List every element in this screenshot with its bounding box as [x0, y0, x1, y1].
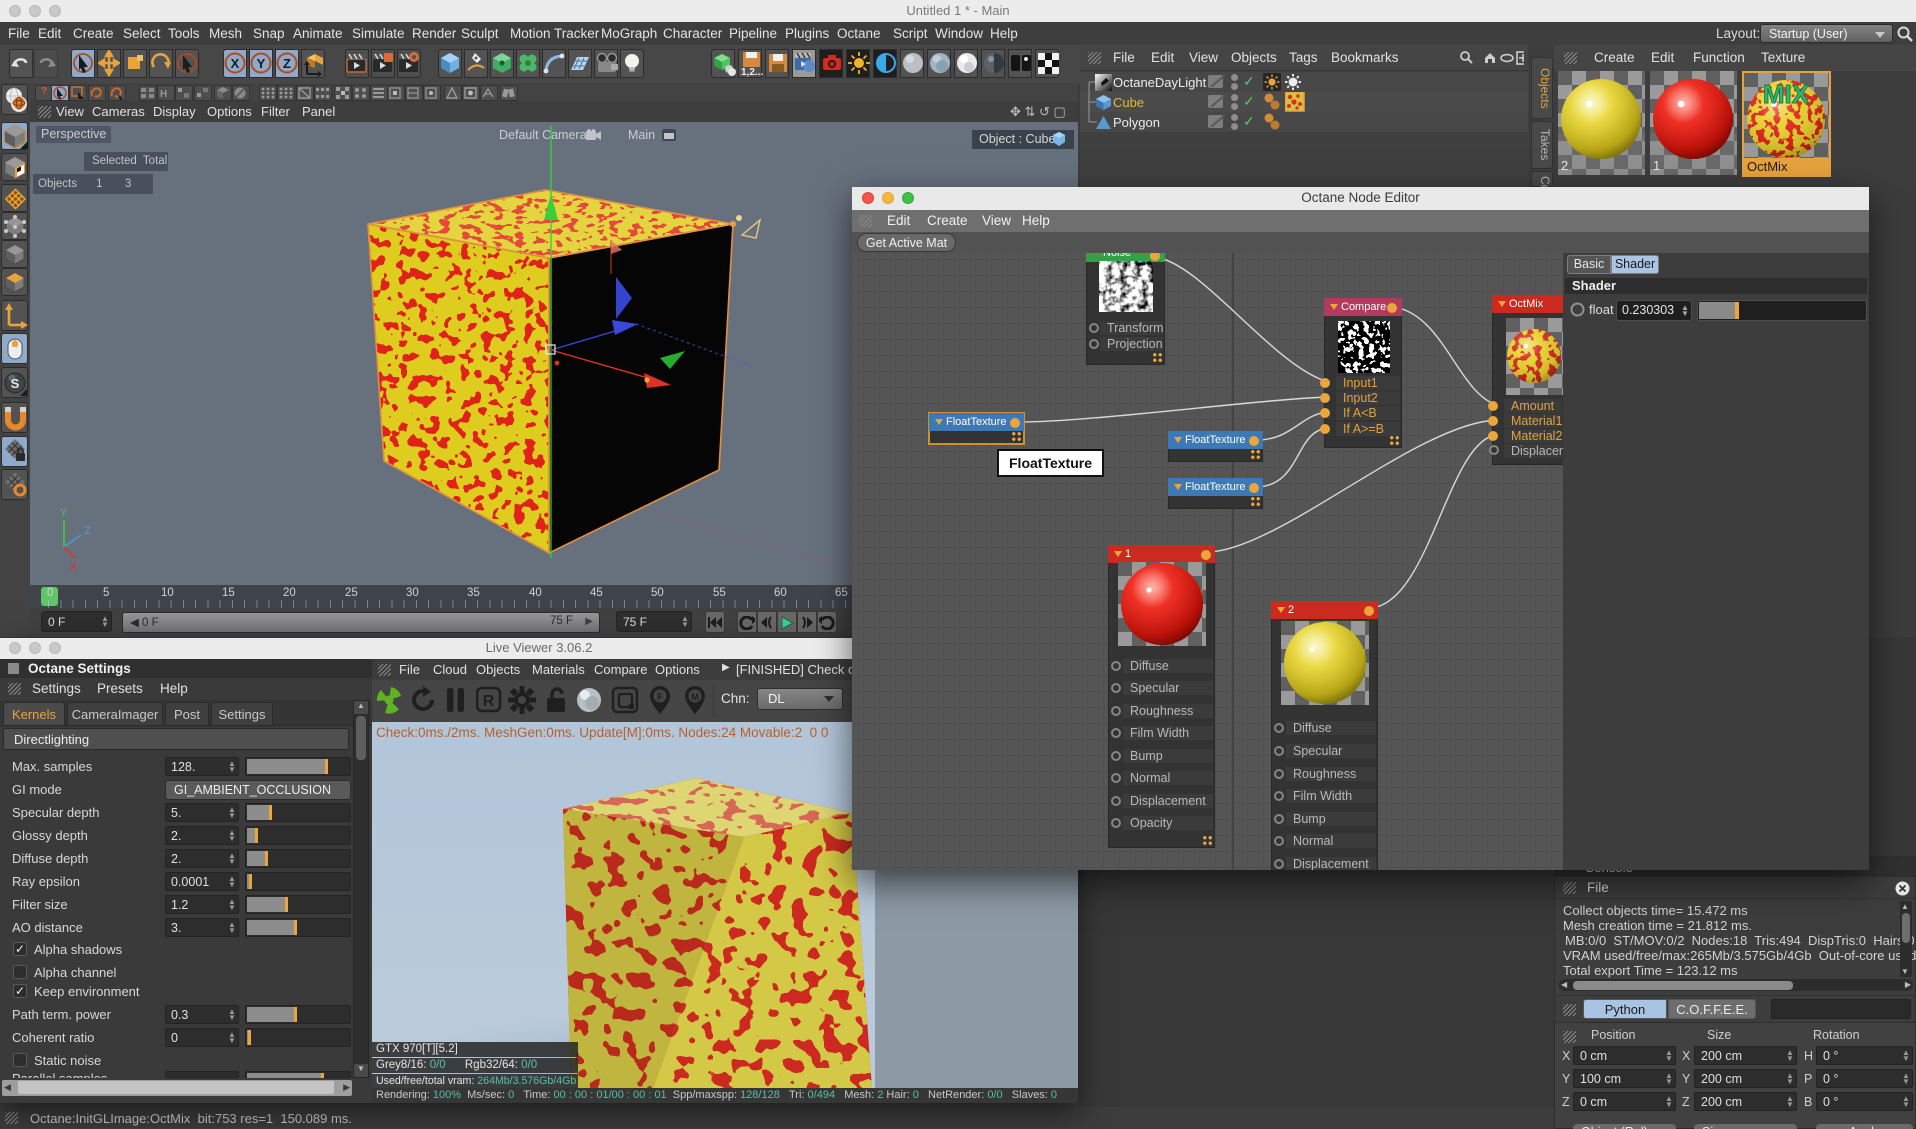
svg-text:MIX: MIX — [1763, 79, 1810, 109]
svg-text:X: X — [231, 56, 240, 71]
svg-text:Y: Y — [257, 56, 266, 71]
svg-text:X: X — [70, 561, 78, 573]
svg-text:1,2...: 1,2... — [741, 67, 763, 77]
svg-text:H: H — [160, 89, 167, 100]
svg-text:Z: Z — [283, 56, 291, 71]
svg-text:S: S — [11, 376, 20, 391]
svg-text:M: M — [691, 692, 699, 702]
svg-text:R: R — [483, 693, 495, 710]
svg-text:F: F — [657, 692, 663, 702]
svg-text:Z: Z — [84, 525, 91, 537]
svg-text:Y: Y — [60, 507, 68, 519]
